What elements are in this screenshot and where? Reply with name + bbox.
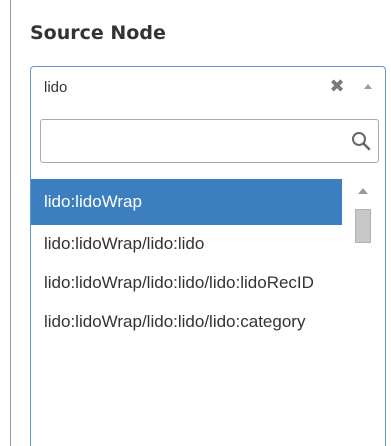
results-scrollbar[interactable]: [349, 179, 377, 446]
list-item[interactable]: lido:lidoWrap/lido:lido/lido:category: [31, 303, 342, 342]
source-node-panel: Source Node lido ✖ lido:lidoWrap lido:li…: [10, 0, 391, 446]
section-title: Source Node: [30, 22, 166, 44]
chevron-up-icon[interactable]: [361, 80, 375, 94]
search-box[interactable]: [40, 119, 379, 163]
results-list: lido:lidoWrap lido:lidoWrap/lido:lido li…: [31, 179, 342, 446]
selected-value: lido: [44, 79, 68, 96]
list-item[interactable]: lido:lidoWrap/lido:lido/lido:lidoRecID: [31, 264, 342, 303]
scroll-up-arrow-icon[interactable]: [354, 185, 372, 197]
close-icon[interactable]: ✖: [328, 77, 346, 95]
list-item[interactable]: lido:lidoWrap/lido:lido: [31, 225, 342, 264]
dropdown-panel: lido:lidoWrap lido:lidoWrap/lido:lido li…: [30, 110, 386, 446]
source-node-select[interactable]: lido ✖: [30, 66, 386, 110]
list-item[interactable]: lido:lidoWrap: [31, 179, 342, 225]
search-input[interactable]: [45, 124, 339, 160]
scrollbar-thumb[interactable]: [355, 209, 371, 243]
search-icon: [352, 132, 371, 151]
